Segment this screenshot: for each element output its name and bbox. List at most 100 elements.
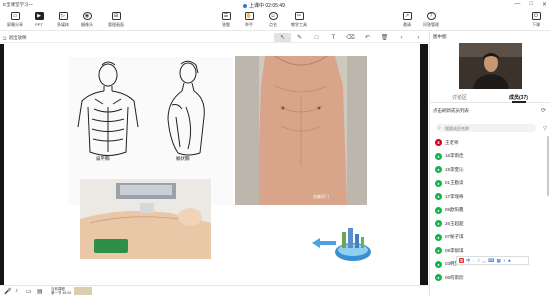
member-name: 26王超超: [445, 220, 464, 226]
minimize-button[interactable]: —: [514, 1, 520, 8]
presentation-toolbar: ⎋ 退出放映 ↖ ✎ □ T ⌫ ↶ 🗑 ‹ ›: [0, 32, 428, 43]
photo-watermark: 芝麻开门: [313, 194, 329, 199]
teacher-video-image: [459, 43, 522, 89]
tab-members[interactable]: 成员(37): [509, 94, 528, 101]
refresh-members-label[interactable]: 点击刷新成员列表: [433, 108, 469, 114]
eraser-tool-icon[interactable]: ⌫: [342, 33, 359, 42]
undo-icon[interactable]: ↶: [359, 33, 376, 42]
member-item[interactable]: ● 07秘子琪: [435, 231, 535, 245]
end-class-label: 下课: [532, 21, 540, 27]
member-item-host[interactable]: ♛ 王老师: [435, 136, 535, 150]
camera-label: 摄像头: [81, 21, 93, 27]
ime-keyboard-icon[interactable]: ⌨: [488, 258, 495, 264]
answer-button[interactable]: ☰ 答题: [214, 12, 238, 30]
member-item[interactable]: ● 19李雯沁: [435, 163, 535, 177]
qa-manage-button[interactable]: ? 问答管理: [419, 12, 443, 30]
teacher-video[interactable]: [459, 43, 522, 89]
music-icon[interactable]: ♪: [15, 288, 18, 294]
media-button[interactable]: ▷ 多媒体: [51, 12, 75, 30]
exit-icon: ⎋: [3, 35, 7, 41]
trash-icon[interactable]: 🗑: [376, 33, 393, 42]
app-title: E宝课堂学习一: [3, 2, 34, 7]
member-name: 01王勤读: [445, 180, 464, 186]
window-controls: — □ ✕: [514, 1, 547, 8]
panel-tabs: 讨论区 成员(37): [430, 91, 550, 103]
status-dot-icon: [243, 3, 247, 8]
pen-tool-icon[interactable]: ✎: [291, 33, 308, 42]
close-button[interactable]: ✕: [542, 1, 547, 8]
media-label: 多媒体: [57, 21, 69, 27]
ime-toolbar: S 中 · ☽ ◡ ⌨ ▦ ♀ ♠: [456, 256, 529, 265]
screen-share-icon: ▭: [10, 12, 20, 20]
wechat-avatar-icon: ●: [435, 233, 442, 241]
camera-button[interactable]: ◉ 摄像头: [75, 12, 99, 30]
end-class-button[interactable]: ⏻ 下课: [524, 12, 548, 30]
ime-user-icon[interactable]: ♀: [503, 258, 506, 263]
main-toolbar: ▭ 屏幕分享 ▶ PPT ▷ 多媒体 ◉ 摄像头 ⊞ 管理画面 ☰ 答题 ✋ 举…: [0, 10, 550, 31]
pointer-tool-icon[interactable]: ↖: [274, 33, 291, 42]
course-progress: 当前课程 第一节 45:00: [51, 287, 71, 295]
maximize-button[interactable]: □: [529, 1, 533, 8]
invite-button[interactable]: ↗ 邀请: [395, 12, 419, 30]
hand-raise-button[interactable]: ✋ 举手: [237, 12, 261, 30]
teaching-tools-button[interactable]: ✂ 教学工具: [287, 12, 311, 30]
answer-icon: ☰: [221, 12, 231, 20]
ime-skin-icon[interactable]: ♠: [508, 258, 510, 263]
exit-presentation-button[interactable]: ⎋ 退出放映: [3, 35, 27, 41]
member-list-header: 点击刷新成员列表 ⟳: [430, 104, 550, 117]
wechat-avatar-icon: ●: [435, 166, 442, 174]
previous-page-icon[interactable]: ‹: [393, 33, 410, 42]
member-item[interactable]: ● 26王超超: [435, 217, 535, 231]
screen-share-button[interactable]: ▭ 屏幕分享: [3, 12, 27, 30]
member-name: 16李雨佳: [445, 153, 464, 159]
member-item[interactable]: ● 05欧阳鑫: [435, 204, 535, 218]
member-name: 09李硕琪: [445, 247, 464, 253]
globe-decoration-icon: [334, 224, 372, 262]
ime-grid-icon[interactable]: ▦: [497, 258, 501, 264]
hand-raise-label: 举手: [245, 21, 253, 27]
rollcall-button[interactable]: ☺ 点名: [261, 12, 285, 30]
ime-moon-icon[interactable]: ☽: [476, 258, 480, 264]
next-page-icon[interactable]: ›: [410, 33, 427, 42]
member-item[interactable]: ● 16李雨佳: [435, 150, 535, 164]
folder-icon[interactable]: ▤: [37, 288, 43, 295]
member-name: 06何雨欣: [445, 274, 464, 280]
caption-flat-chest: 扁平胸: [96, 156, 110, 161]
rectangle-tool-icon[interactable]: □: [308, 33, 325, 42]
teaching-tools-label: 教学工具: [291, 21, 307, 27]
member-item[interactable]: ● 17李瑞奇: [435, 190, 535, 204]
chat-icon[interactable]: ▭: [26, 288, 32, 295]
mic-icon[interactable]: 🎤: [4, 288, 11, 295]
screen-share-label: 屏幕分享: [7, 21, 23, 27]
invite-label: 邀请: [403, 21, 411, 27]
member-search-input[interactable]: [436, 124, 526, 132]
class-status: 上课中 02:05:49: [243, 2, 285, 9]
member-list-scrollbar[interactable]: [547, 136, 549, 196]
invite-icon: ↗: [402, 12, 412, 20]
wechat-avatar-icon: ●: [435, 274, 442, 282]
ime-smile-icon[interactable]: ◡: [482, 258, 486, 264]
answer-label: 答题: [222, 21, 230, 27]
member-name: 05欧阳鑫: [445, 207, 464, 213]
wechat-avatar-icon: ●: [435, 193, 442, 201]
member-item[interactable]: ● 06何雨欣: [435, 271, 535, 285]
filter-icon[interactable]: ▽: [543, 126, 547, 132]
exit-presentation-label: 退出放映: [8, 35, 27, 40]
member-item[interactable]: ● 01王勤读: [435, 177, 535, 191]
ime-logo-icon[interactable]: S: [459, 258, 465, 263]
refresh-icon[interactable]: ⟳: [541, 107, 546, 114]
ppt-button[interactable]: ▶ PPT: [27, 12, 51, 30]
member-name: 19李雯沁: [445, 166, 464, 172]
title-bar: E宝课堂学习一 上课中 02:05:49 — □ ✕: [0, 0, 550, 10]
ime-chinese-mode-icon[interactable]: 中: [466, 258, 471, 264]
progress-thumbnail[interactable]: [74, 287, 92, 295]
ime-punctuation-icon[interactable]: ·: [473, 258, 475, 263]
caption-barrel-chest: 桶状胸: [176, 156, 190, 161]
rollcall-icon: ☺: [268, 12, 278, 20]
end-class-icon: ⏻: [531, 12, 541, 20]
text-tool-icon[interactable]: T: [325, 33, 342, 42]
class-status-text: 上课中 02:05:49: [249, 3, 285, 9]
tab-discussion[interactable]: 讨论区: [452, 94, 467, 101]
presentation-stage: 扁平胸 桶状胸 芝麻开门: [0, 44, 428, 285]
layout-button[interactable]: ⊞ 管理画面: [104, 12, 128, 30]
